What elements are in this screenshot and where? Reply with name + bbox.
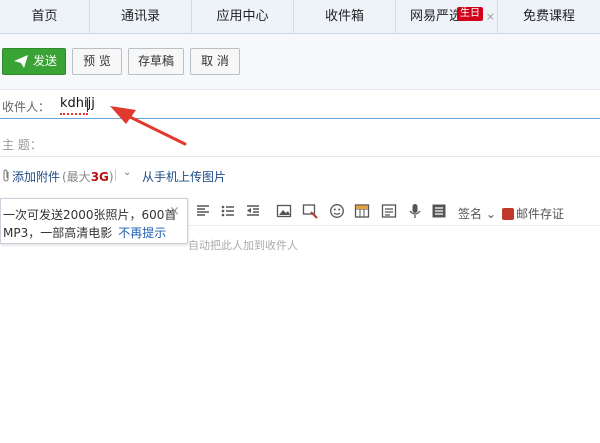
tip-line-1: 一次可发送2000张照片，600首 (3, 208, 177, 222)
recipient-label: 收件人： (2, 100, 51, 114)
tab-free-courses-label: 免费课程 (522, 9, 575, 24)
cancel-button[interactable]: 取 消 (190, 48, 240, 75)
recipient-field[interactable]: 收件人： kdhijj (0, 96, 600, 118)
attach-separator (115, 169, 116, 181)
tab-yanxuan-label: 网易严选 (410, 9, 463, 24)
editor-body[interactable] (0, 227, 600, 443)
limit-value: 3G (90, 170, 109, 184)
tab-inbox-label: 收件箱 (324, 9, 364, 24)
text-caret (87, 98, 88, 112)
table-icon[interactable] (354, 203, 370, 219)
attachment-row: 添加附件 (最大3G) ⌄ 从手机上传图片 (0, 164, 600, 186)
tip-line-2: MP3，一部高清电影 不再提示 (3, 224, 166, 241)
send-button-label: 发送 (33, 54, 58, 68)
preview-button[interactable]: 预 览 (72, 48, 122, 75)
list-table-icon[interactable] (381, 203, 397, 219)
emoji-icon[interactable] (329, 203, 345, 219)
attachment-size-limit: (最大3G) (62, 168, 114, 185)
tip-line-2-text: MP3，一部高清电影 (3, 226, 113, 240)
tab-close-icon[interactable]: × (486, 0, 495, 34)
upload-from-phone-link[interactable]: 从手机上传图片 (142, 168, 226, 185)
paperclip-icon (3, 169, 9, 182)
screenshot-icon[interactable] (302, 203, 318, 219)
chevron-down-icon: ⌄ (482, 207, 496, 221)
add-attachment-link[interactable]: 添加附件 (12, 168, 60, 185)
mail-certificate-button[interactable]: 邮件存证 (502, 205, 564, 222)
birthday-badge: 生日 (457, 7, 483, 21)
save-draft-button[interactable]: 存草稿 (128, 48, 184, 75)
tab-inbox[interactable]: 收件箱 (294, 0, 396, 34)
image-icon[interactable] (276, 203, 292, 219)
attachment-tip-popup: 一次可发送2000张照片，600首 MP3，一部高清电影 不再提示 × (0, 198, 188, 244)
cancel-button-label: 取 消 (201, 54, 229, 68)
mail-certificate-label: 邮件存证 (516, 207, 565, 221)
template-icon[interactable] (431, 203, 447, 219)
tab-yanxuan[interactable]: 网易严选 生日 × (396, 0, 498, 34)
signature-label: 签名 (458, 207, 483, 221)
send-plane-icon (14, 55, 28, 68)
send-button[interactable]: 发送 (2, 48, 66, 75)
tab-home[interactable]: 首页 (0, 0, 90, 34)
dismiss-tip-link[interactable]: 不再提示 (118, 226, 166, 240)
tab-contacts[interactable]: 通讯录 (90, 0, 192, 34)
align-left-icon[interactable] (195, 203, 211, 219)
subject-label: 主 题： (2, 138, 42, 152)
tab-contacts-label: 通讯录 (120, 9, 160, 24)
recipient-divider (0, 118, 600, 119)
subject-field[interactable]: 主 题： (0, 134, 600, 156)
compose-toolbar: 发送 预 览 存草稿 取 消 (0, 34, 600, 90)
recipient-input[interactable]: kdhijj (60, 96, 95, 111)
tab-home-label: 首页 (31, 9, 58, 24)
subject-divider (0, 156, 600, 157)
spellcheck-underline (60, 113, 88, 115)
list-icon[interactable] (220, 203, 236, 219)
top-navigation: 首页 通讯录 应用中心 收件箱 网易严选 生日 × 免费课程 (0, 0, 600, 34)
limit-prefix: (最大 (62, 170, 91, 184)
preview-button-label: 预 览 (83, 54, 111, 68)
stamp-icon (502, 208, 514, 220)
limit-suffix: ) (108, 170, 114, 184)
signature-dropdown[interactable]: 签名 ⌄ (458, 205, 496, 222)
tab-free-courses[interactable]: 免费课程 (498, 0, 600, 34)
chevron-down-icon[interactable]: ⌄ (123, 167, 131, 178)
save-draft-button-label: 存草稿 (137, 54, 174, 68)
tab-app-center[interactable]: 应用中心 (192, 0, 294, 34)
tab-app-center-label: 应用中心 (216, 9, 269, 24)
close-icon[interactable]: × (169, 204, 180, 219)
outdent-icon[interactable] (245, 203, 261, 219)
mic-icon[interactable] (407, 203, 423, 219)
